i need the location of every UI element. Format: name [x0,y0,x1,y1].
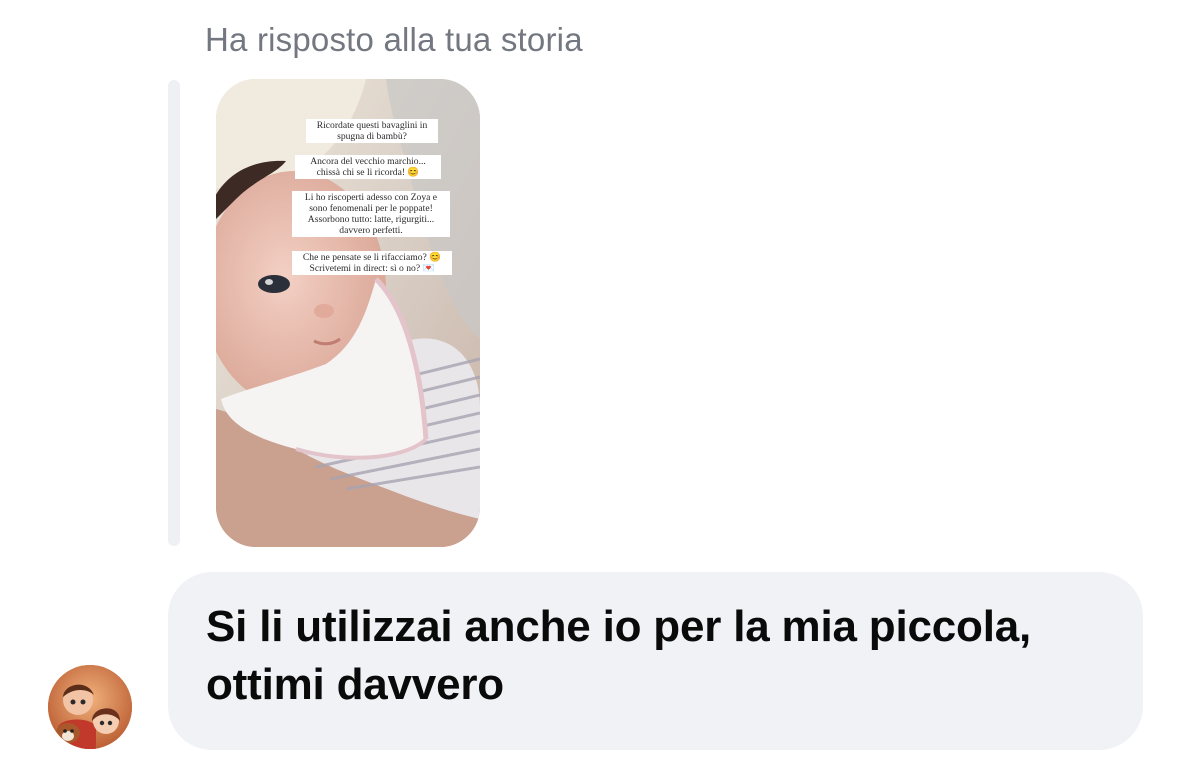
chat-thread: Ha risposto alla tua storia Ricordate qu… [0,0,1184,771]
message-bubble[interactable]: Si li utilizzai anche io per la mia picc… [168,572,1143,750]
story-caption: Ancora del vecchio marchio... chissà chi… [295,155,441,179]
avatar-family-illustration-icon [48,665,132,749]
story-caption: Che ne pensate se li rifacciamo? 😊 Scriv… [292,251,452,275]
quote-bar [168,80,180,546]
sender-avatar[interactable] [48,665,132,749]
story-caption: Ricordate questi bavaglini in spugna di … [306,119,438,143]
message-text: Si li utilizzai anche io per la mia picc… [206,602,1032,709]
story-captions: Ricordate questi bavaglini in spugna di … [216,79,480,547]
story-reply-label: Ha risposto alla tua storia [205,21,583,58]
story-caption: Li ho riscoperti adesso con Zoya e sono … [292,191,450,237]
story-preview[interactable]: Ricordate questi bavaglini in spugna di … [216,79,480,547]
